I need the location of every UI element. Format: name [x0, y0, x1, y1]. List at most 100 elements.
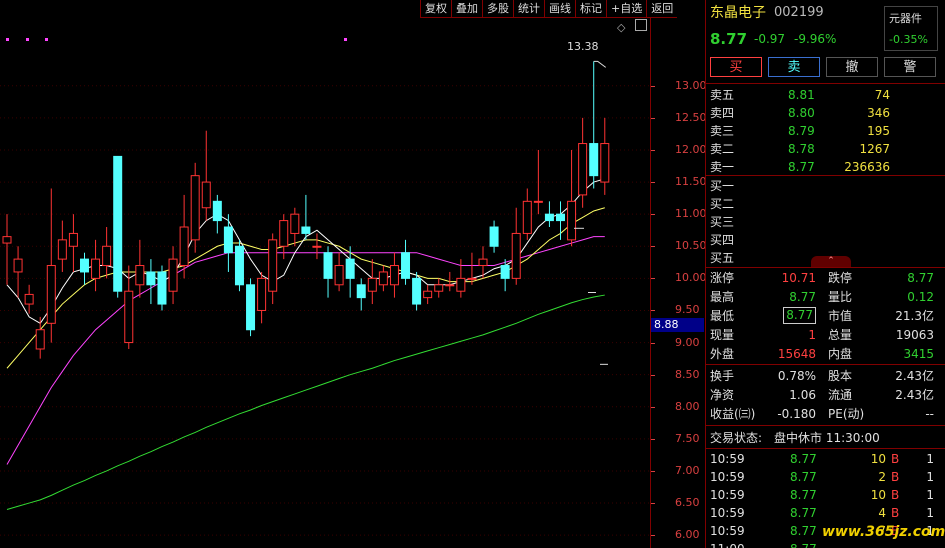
candle-body — [556, 213, 565, 222]
stat-label: 换手 — [710, 369, 735, 383]
candle-body — [567, 200, 577, 241]
price-tick-mark — [651, 182, 655, 184]
tick-count: 1 — [926, 470, 934, 484]
candle-body — [102, 245, 112, 267]
divider — [706, 448, 945, 449]
price-tick-label: 12.50 — [675, 110, 707, 124]
price-tick-mark — [651, 374, 655, 376]
tick-price: 8.77 — [790, 524, 817, 538]
toolbar-mark-button[interactable]: 标记 — [575, 0, 606, 18]
tick-time: 10:59 — [710, 452, 745, 466]
stat-label: 收益(㈢) — [710, 407, 756, 421]
stat-value: 8.77 — [783, 307, 816, 324]
price-tick-mark — [651, 85, 655, 87]
stat-label: 股本 — [828, 369, 853, 383]
stat-value: 15648 — [777, 347, 816, 361]
divider — [706, 267, 945, 268]
book-price: 8.79 — [788, 124, 815, 138]
alert-button[interactable]: 警 — [884, 57, 936, 77]
price-tick-mark — [651, 149, 655, 151]
toolbar-add-watchlist-button[interactable]: +自选 — [606, 0, 647, 18]
book-label: 买二 — [710, 197, 735, 211]
tick-volume: 10 — [870, 452, 886, 466]
price-tick-mark — [651, 246, 655, 248]
toolbar-stats-button[interactable]: 统计 — [513, 0, 544, 18]
price-tick-label: 10.50 — [675, 239, 707, 253]
candle-body — [13, 258, 23, 273]
price-tick-label: 13.00 — [675, 78, 707, 92]
stat-label: 量比 — [828, 290, 853, 304]
candle-body — [113, 155, 123, 292]
stat-label: PE(动) — [828, 407, 865, 421]
candle-body — [223, 226, 233, 254]
signal-marker — [26, 38, 29, 41]
candle-body — [124, 290, 134, 344]
stat-value: 8.77 — [907, 271, 934, 285]
candle-body — [423, 290, 433, 299]
toolbar-back-button[interactable]: 返回 — [646, 0, 678, 18]
sector-box[interactable]: 元器件 -0.35% — [884, 6, 938, 51]
candle-body — [467, 277, 477, 280]
tick-count: 1 — [926, 452, 934, 466]
candle-body — [46, 265, 56, 324]
collapse-arrow-icon[interactable]: ⌃ — [811, 256, 851, 267]
toolbar-fuquan-button[interactable]: 复权 — [420, 0, 451, 18]
divider — [706, 175, 945, 176]
candle-body — [478, 258, 488, 267]
kline-chart[interactable] — [0, 18, 650, 548]
book-label: 买四 — [710, 233, 735, 247]
candle-body — [489, 226, 499, 247]
candle-body — [533, 200, 543, 203]
candle-body — [135, 265, 145, 286]
price-tick-mark — [651, 438, 655, 440]
tick-price: 8.77 — [790, 540, 817, 548]
cancel-order-button[interactable]: 撤 — [826, 57, 878, 77]
stat-label: 最高 — [710, 290, 735, 304]
candle-body — [2, 236, 12, 244]
candle-body — [367, 277, 377, 292]
candle-body — [91, 258, 101, 279]
divider — [706, 364, 945, 365]
buy-button[interactable]: 买 — [710, 57, 762, 77]
stat-value: -- — [925, 407, 934, 421]
stat-label: 外盘 — [710, 347, 735, 361]
candle-body — [389, 265, 399, 286]
candle-body — [378, 271, 388, 286]
tick-count: 1 — [926, 488, 934, 502]
quote-panel: 东晶电子 002199 元器件 -0.35% 8.77 -0.97 -9.96%… — [705, 0, 945, 548]
stat-value: 19063 — [895, 328, 934, 342]
price-tick-label: 9.50 — [675, 303, 700, 317]
chart-toolbar: 复权 叠加 多股 统计 画线 标记 +自选 返回 — [420, 0, 705, 18]
book-label: 卖二 — [710, 142, 735, 156]
candle-body — [268, 239, 278, 292]
candle-body — [356, 284, 366, 299]
candle-body — [79, 258, 89, 273]
price-tick-label: 7.50 — [675, 431, 700, 445]
candle-body — [68, 232, 78, 247]
stat-value: -0.180 — [777, 407, 816, 421]
book-volume: 346 — [867, 106, 890, 120]
stat-value: 1.06 — [789, 388, 816, 402]
expand-icon[interactable] — [635, 19, 647, 31]
toolbar-multi-stock-button[interactable]: 多股 — [482, 0, 513, 18]
price-tick-mark — [651, 406, 655, 408]
tick-side: B — [891, 470, 900, 484]
candle-body — [578, 143, 588, 196]
stat-value: 2.43亿 — [895, 369, 934, 383]
candle-body — [279, 220, 289, 247]
price-tick-label: 12.00 — [675, 142, 707, 156]
diamond-icon[interactable]: ◇ — [617, 21, 625, 34]
sell-button[interactable]: 卖 — [768, 57, 820, 77]
watermark: www.365jz.com — [822, 524, 945, 540]
tick-time: 10:59 — [710, 524, 745, 538]
candle-body — [146, 271, 156, 286]
book-price: 8.81 — [788, 88, 815, 102]
price-tick-mark — [651, 117, 655, 119]
toolbar-draw-line-button[interactable]: 画线 — [544, 0, 575, 18]
toolbar-overlay-button[interactable]: 叠加 — [451, 0, 482, 18]
stock-change: -0.97 — [754, 32, 786, 46]
candle-body — [456, 277, 466, 292]
candle-body — [301, 226, 311, 234]
stat-label: 总量 — [828, 328, 853, 342]
book-label: 买一 — [710, 179, 735, 193]
